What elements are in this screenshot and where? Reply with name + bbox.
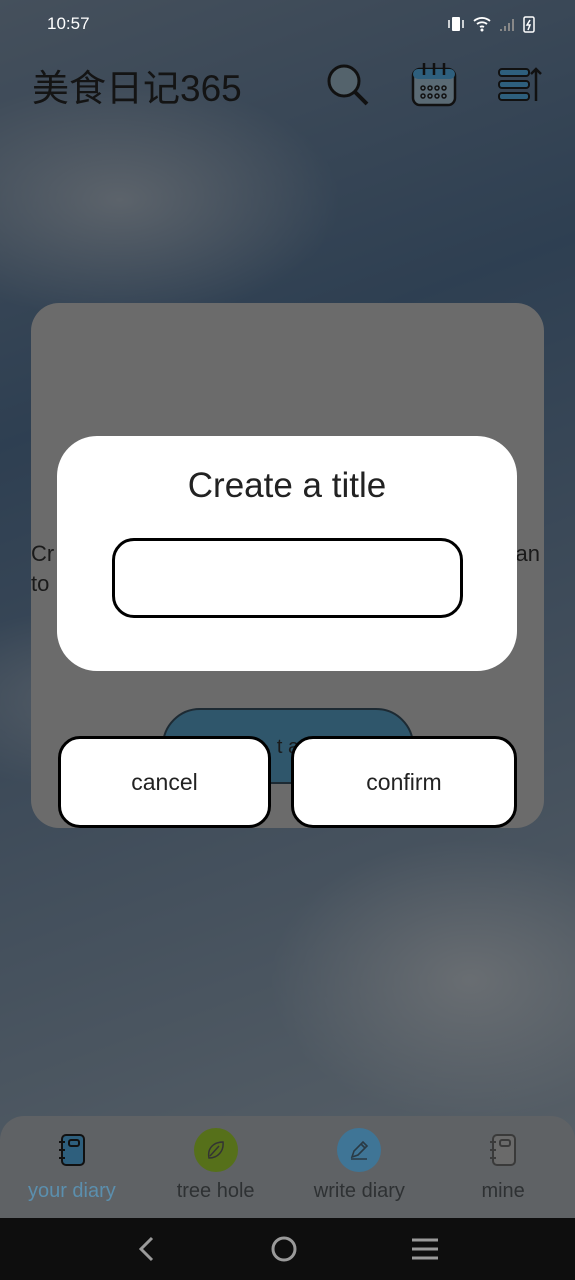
notebook-gray-icon [490,1134,517,1166]
signal-icon [500,19,514,31]
notebook-icon [58,1134,85,1166]
create-title-dialog: Create a title [57,436,517,671]
tab-mine[interactable]: mine [431,1116,575,1218]
status-time: 10:57 [47,14,90,33]
sort-icon [498,67,542,101]
menu-icon[interactable] [411,1237,439,1261]
sort-button[interactable] [495,60,545,110]
calendar-button[interactable] [409,60,459,110]
home-icon[interactable] [270,1235,298,1263]
tab-label: write diary [313,1180,405,1202]
status-icons [447,15,535,33]
status-bar: 10:57 [47,12,535,36]
battery-charging-icon [523,16,535,33]
tab-write-diary[interactable]: write diary [288,1116,432,1218]
calendar-icon [411,63,457,107]
card-text-fragment: to [31,571,50,596]
tab-your-diary[interactable]: your diary [0,1116,144,1218]
cancel-button[interactable]: cancel [58,736,271,828]
title-input[interactable] [112,538,463,618]
tab-tree-hole[interactable]: tree hole [144,1116,288,1218]
search-button[interactable] [323,60,373,110]
card-text-fragment: an [515,541,540,566]
card-text-fragment: Cr [31,541,55,566]
vibrate-icon [448,17,464,31]
system-nav-bar [0,1218,575,1280]
tab-label: mine [481,1180,525,1202]
dialog-title: Create a title [187,466,387,505]
confirm-button[interactable]: confirm [291,736,517,828]
tab-label: your diary [27,1180,116,1202]
pencil-icon [351,1140,369,1160]
app-header: 美食日记365 [32,60,545,110]
back-icon[interactable] [137,1236,157,1262]
leaf-icon [207,1141,224,1159]
search-icon [327,64,369,106]
bottom-nav: your diary tree hole write diary mine [0,1116,575,1218]
tab-label: tree hole [176,1180,255,1202]
wifi-icon [473,17,491,32]
app-title: 美食日记365 [32,68,242,109]
